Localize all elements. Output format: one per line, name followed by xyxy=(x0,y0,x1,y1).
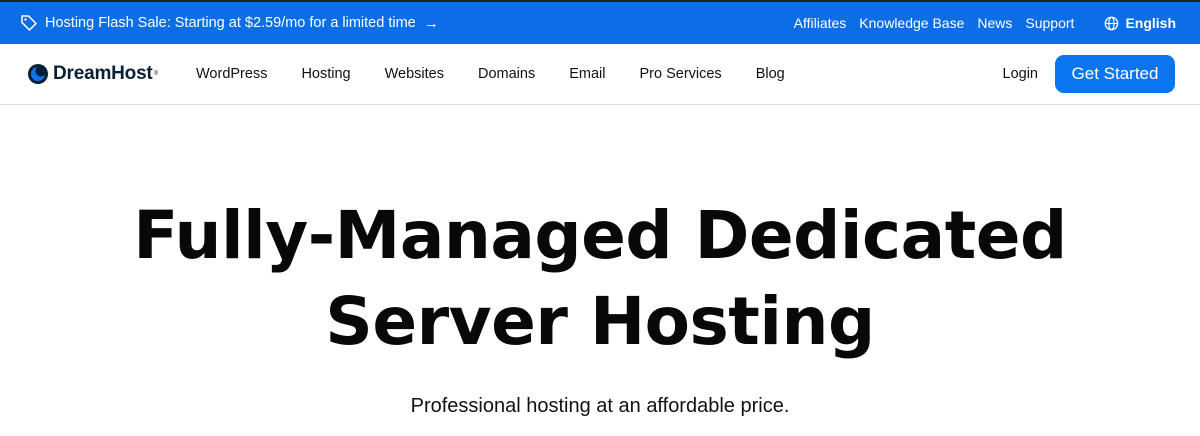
nav-item-domains[interactable]: Domains xyxy=(478,66,535,82)
nav-item-blog[interactable]: Blog xyxy=(756,66,785,82)
hero-section: Fully-Managed Dedicated Server Hosting P… xyxy=(0,105,1200,436)
promo-text: Hosting Flash Sale: Starting at $2.59/mo… xyxy=(45,15,416,31)
hero-title: Fully-Managed Dedicated Server Hosting xyxy=(0,193,1200,365)
tag-icon xyxy=(20,14,38,32)
nav-item-hosting[interactable]: Hosting xyxy=(301,66,350,82)
nav-item-wordpress[interactable]: WordPress xyxy=(196,66,267,82)
language-selector[interactable]: English xyxy=(1104,15,1176,31)
nav-item-email[interactable]: Email xyxy=(569,66,605,82)
promo-bar: Hosting Flash Sale: Starting at $2.59/mo… xyxy=(0,0,1200,44)
main-nav: DreamHost ® WordPress Hosting Websites D… xyxy=(0,44,1200,105)
promo-banner-link[interactable]: Hosting Flash Sale: Starting at $2.59/mo… xyxy=(20,14,439,32)
nav-item-pro-services[interactable]: Pro Services xyxy=(639,66,721,82)
hero-subtitle: Professional hosting at an affordable pr… xyxy=(410,395,790,417)
nav-actions: Login Get Started xyxy=(1003,55,1175,93)
knowledge-base-link[interactable]: Knowledge Base xyxy=(859,15,964,31)
hero-title-line-1: Fully-Managed Dedicated xyxy=(133,197,1067,274)
dreamhost-logo[interactable]: DreamHost ® xyxy=(27,63,158,85)
support-link[interactable]: Support xyxy=(1025,15,1074,31)
login-link[interactable]: Login xyxy=(1003,66,1038,82)
primary-nav-links: WordPress Hosting Websites Domains Email… xyxy=(196,66,819,82)
hero-title-line-2: Server Hosting xyxy=(325,283,875,360)
globe-icon xyxy=(1104,16,1119,31)
news-link[interactable]: News xyxy=(977,15,1012,31)
arrow-right-icon: → xyxy=(423,14,439,32)
logo-mark-icon xyxy=(27,63,49,85)
utility-nav: Affiliates Knowledge Base News Support E… xyxy=(794,15,1176,31)
language-label: English xyxy=(1125,15,1176,31)
logo-text: DreamHost xyxy=(53,63,153,84)
affiliates-link[interactable]: Affiliates xyxy=(794,15,847,31)
nav-item-websites[interactable]: Websites xyxy=(385,66,444,82)
get-started-button[interactable]: Get Started xyxy=(1055,55,1175,93)
trademark-symbol: ® xyxy=(153,71,158,77)
